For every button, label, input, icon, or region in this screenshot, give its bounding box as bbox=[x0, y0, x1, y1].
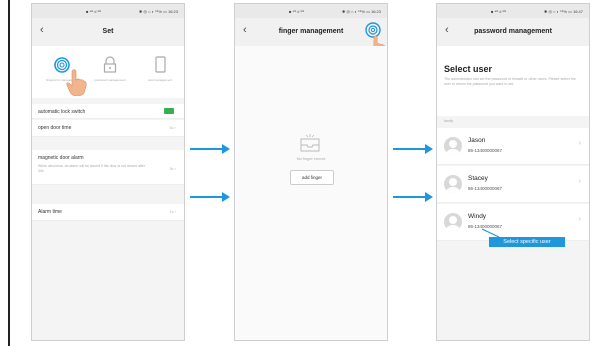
finger-list-body: No finger record add finger bbox=[235, 46, 387, 340]
automatic-lock-toggle[interactable] bbox=[164, 108, 174, 114]
phone-finger-management-screen: ■ ⁴ᴳ ıl ⁵ᴳ ✱ ◎ ⌂ ◐ ⁵⁵% ▭ 16:23 ‹ finger … bbox=[234, 3, 388, 341]
select-user-body: Select user The administrator can set th… bbox=[437, 46, 589, 340]
status-bar: ■ ⁴ᴳ ıl ⁵ᴳ ✱ ◎ ⌂ ◐ ⁵⁵% ▭ 16:23 bbox=[32, 4, 184, 18]
status-left: ■ ⁴ᴳ ıl ⁵ᴳ bbox=[491, 9, 507, 14]
pointing-hand-icon bbox=[66, 69, 87, 96]
user-name: Jason bbox=[468, 137, 486, 144]
magnetic-door-alarm-description: When abnormal, an alarm will be issued i… bbox=[38, 164, 145, 173]
chevron-right-icon: › bbox=[578, 216, 581, 223]
card-icon bbox=[155, 56, 166, 73]
avatar bbox=[444, 137, 462, 155]
left-border bbox=[0, 0, 14, 346]
chevron-right-icon: › bbox=[578, 140, 581, 147]
page-title: password management bbox=[474, 28, 552, 35]
user-row[interactable]: Windy 86-13400000067 › bbox=[437, 204, 589, 241]
user-row[interactable]: Jason 86-13400000067 › bbox=[437, 128, 589, 165]
status-left: ■ ⁴ᴳ ıl ⁵ᴳ bbox=[289, 9, 305, 14]
status-right: ✱ ◎ ⌂ ◐ ⁵⁵% ▭ 16:23 bbox=[138, 9, 178, 14]
flow-arrow bbox=[190, 144, 230, 154]
phone-settings-screen: ■ ⁴ᴳ ıl ⁵ᴳ ✱ ◎ ⌂ ◐ ⁵⁵% ▭ 16:23 ‹ Set fin… bbox=[31, 3, 185, 341]
user-name: Windy bbox=[468, 213, 487, 220]
empty-inbox-icon bbox=[300, 134, 320, 152]
flow-arrow bbox=[393, 144, 433, 154]
open-door-time-label: open door time bbox=[38, 125, 72, 131]
select-user-title: Select user bbox=[444, 64, 493, 74]
alarm-time-label: Alarm time bbox=[38, 209, 62, 215]
status-bar: ■ ⁴ᴳ ıl ⁵ᴳ ✱ ◎ ⌂ ◐ ⁵⁵% ▭ 16:47 bbox=[437, 4, 589, 18]
add-finger-button[interactable]: add finger bbox=[290, 170, 334, 185]
card-caption: card management bbox=[147, 78, 173, 82]
automatic-lock-row: automatic lock switch bbox=[32, 104, 184, 119]
magnetic-door-alarm-value: 3s › bbox=[169, 166, 176, 171]
management-icon-row: fingerprint management password manageme… bbox=[32, 46, 184, 98]
magnetic-door-alarm-row[interactable]: magnetic door alarm 3s › When abnormal, … bbox=[32, 150, 184, 185]
user-phone: 86-13400000067 bbox=[468, 186, 503, 191]
open-door-time-value: 5s › bbox=[169, 125, 176, 130]
status-bar: ■ ⁴ᴳ ıl ⁵ᴳ ✱ ◎ ⌂ ◐ ⁵⁵% ▭ 16:23 bbox=[235, 4, 387, 18]
status-right: ✱ ◎ ⌂ ◐ ⁵⁵% ▭ 16:23 bbox=[341, 9, 381, 14]
chevron-right-icon: › bbox=[578, 178, 581, 185]
automatic-lock-label: automatic lock switch bbox=[38, 109, 86, 115]
alarm-time-row[interactable]: Alarm time 1s › bbox=[32, 204, 184, 221]
select-specific-user-callout: Select specific user bbox=[489, 237, 565, 247]
magnetic-door-alarm-label: magnetic door alarm bbox=[38, 155, 84, 161]
flow-arrow bbox=[190, 192, 230, 202]
user-phone: 86-13400000067 bbox=[468, 148, 503, 153]
phone-password-management-screen: ■ ⁴ᴳ ıl ⁵ᴳ ✱ ◎ ⌂ ◐ ⁵⁵% ▭ 16:47 ‹ passwor… bbox=[436, 3, 590, 341]
user-name: Stacey bbox=[468, 175, 488, 182]
password-management-button[interactable]: password management bbox=[94, 56, 126, 86]
status-left: ■ ⁴ᴳ ıl ⁵ᴳ bbox=[86, 9, 102, 14]
alarm-time-value: 1s › bbox=[169, 209, 176, 214]
status-right: ✱ ◎ ⌂ ◐ ⁵⁵% ▭ 16:47 bbox=[543, 9, 583, 14]
empty-state-text: No finger record bbox=[296, 156, 326, 161]
avatar bbox=[444, 175, 462, 193]
settings-body: fingerprint management password manageme… bbox=[32, 46, 184, 340]
nav-bar: ‹ Set bbox=[32, 18, 184, 46]
section-label: family bbox=[444, 119, 454, 123]
nav-bar: ‹ finger management bbox=[235, 18, 387, 58]
card-management-button[interactable]: card management bbox=[148, 56, 172, 86]
password-caption: password management bbox=[94, 78, 126, 82]
avatar bbox=[444, 213, 462, 231]
lock-icon bbox=[103, 56, 117, 73]
select-user-description: The administrator can set the password o… bbox=[444, 77, 576, 86]
user-row[interactable]: Stacey 86-13400000067 › bbox=[437, 166, 589, 203]
open-door-time-row[interactable]: open door time 5s › bbox=[32, 120, 184, 137]
page-title: Set bbox=[102, 28, 114, 35]
flow-arrow bbox=[393, 192, 433, 202]
nav-bar: ‹ password management bbox=[437, 18, 589, 46]
